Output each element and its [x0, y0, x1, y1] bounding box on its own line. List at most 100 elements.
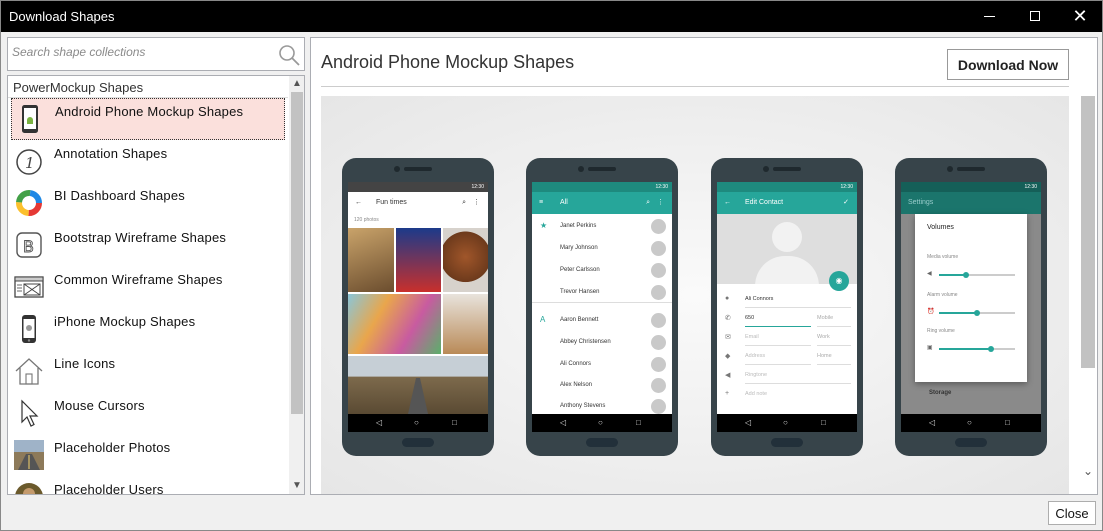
- filter-title: All: [560, 199, 568, 206]
- list-item-annotation[interactable]: 1 Annotation Shapes: [8, 140, 288, 182]
- list-scrollbar[interactable]: ▲ ▼: [289, 76, 304, 494]
- star-icon: ★: [540, 221, 548, 230]
- status-bar: 12:30: [532, 182, 672, 192]
- download-now-button[interactable]: Download Now: [947, 49, 1069, 80]
- chevron-down-icon[interactable]: ⌄: [1081, 464, 1095, 482]
- list-item-common-wireframe[interactable]: Common Wireframe Shapes: [8, 266, 288, 308]
- avatar: [651, 313, 666, 328]
- nav-home-icon: ○: [967, 418, 972, 427]
- nav-back-icon: ◁: [745, 418, 752, 427]
- photo-thumb: [443, 228, 488, 292]
- photo-thumb: [348, 228, 394, 292]
- minimize-button[interactable]: [966, 1, 1012, 32]
- media-label: Media volume: [927, 254, 959, 260]
- list-item-label: iPhone Mockup Shapes: [54, 314, 196, 329]
- more-icon: ⋮: [473, 199, 480, 206]
- phone-home-button: [586, 438, 618, 447]
- phone-mockup-settings: 12:30 Settings Storage Volumes Media vol…: [895, 158, 1047, 456]
- download-shapes-window: Download Shapes ✕ PowerMockup Shapes: [0, 0, 1103, 531]
- vibrate-icon: ▣: [927, 345, 933, 351]
- storage-label: Storage: [929, 390, 952, 396]
- list-item-mouse-cursors[interactable]: Mouse Cursors: [8, 392, 288, 434]
- album-title: Fun times: [376, 199, 407, 206]
- scrollbar-thumb[interactable]: [1081, 96, 1095, 368]
- contact-row: Mary Johnson: [532, 238, 672, 259]
- nav-home-icon: ○: [783, 418, 788, 427]
- volume-icon: ◀: [725, 372, 731, 379]
- field-value: Work: [817, 334, 830, 340]
- iphone-icon: [22, 315, 36, 343]
- collection-title: Android Phone Mockup Shapes: [321, 52, 575, 72]
- scroll-down-icon[interactable]: ▼: [289, 478, 304, 494]
- contact-name: Anthony Stevens: [560, 403, 606, 409]
- field-value: Home: [817, 353, 832, 359]
- list-item-android[interactable]: Android Phone Mockup Shapes: [11, 98, 285, 140]
- android-phone-icon: [22, 105, 38, 133]
- contact-row: ★ Janet Perkins: [532, 216, 672, 237]
- email-type: Work: [817, 328, 851, 346]
- list-item-placeholder-photos[interactable]: Placeholder Photos: [8, 434, 288, 476]
- phone-camera: [947, 166, 953, 172]
- app-bar: ≡ All ⌕ ⋮: [532, 192, 672, 214]
- search-box: [7, 37, 305, 71]
- address-type: Home: [817, 347, 851, 365]
- avatar: [651, 285, 666, 300]
- annotation-circle-icon: 1: [16, 149, 42, 175]
- back-arrow-icon: ←: [724, 199, 731, 206]
- camera-fab-icon: ◉: [829, 271, 849, 291]
- list-item-label: Placeholder Users: [54, 482, 164, 495]
- ringtone-field: ◀ Ringtone: [725, 366, 851, 384]
- list-item-placeholder-users[interactable]: Placeholder Users: [8, 476, 288, 495]
- scrollbar-thumb[interactable]: [291, 92, 303, 414]
- maximize-button[interactable]: [1012, 1, 1058, 32]
- phone-speaker: [588, 167, 616, 171]
- window-close-button[interactable]: ✕: [1057, 1, 1103, 32]
- person-icon: ●: [725, 295, 730, 302]
- search-icon[interactable]: [277, 43, 301, 67]
- wireframe-image-icon: [14, 276, 44, 298]
- preview-scrollbar[interactable]: ⌄: [1079, 96, 1097, 486]
- note-field: + Add note: [725, 385, 851, 403]
- photo-thumb: [348, 294, 441, 354]
- contact-name: Peter Carlsson: [560, 267, 600, 273]
- location-icon: ◆: [725, 353, 731, 360]
- avatar: [651, 378, 666, 393]
- list-item-line-icons[interactable]: Line Icons: [8, 350, 288, 392]
- email-field: ✉ Email: [725, 328, 811, 346]
- avatar-body: [755, 256, 819, 284]
- close-button[interactable]: Close: [1048, 501, 1096, 525]
- contact-name: Janet Perkins: [560, 223, 597, 229]
- group-header: PowerMockup Shapes: [8, 76, 288, 98]
- list-item-iphone[interactable]: iPhone Mockup Shapes: [8, 308, 288, 350]
- list-item-label: Common Wireframe Shapes: [54, 272, 223, 287]
- ring-label: Ring volume: [927, 328, 955, 334]
- nav-recents-icon: □: [452, 418, 457, 427]
- list-item-bootstrap[interactable]: B Bootstrap Wireframe Shapes: [8, 224, 288, 266]
- bootstrap-b-icon: B: [16, 232, 42, 258]
- avatar: [651, 219, 666, 234]
- house-outline-icon: [15, 358, 43, 385]
- window-title: Download Shapes: [9, 9, 115, 24]
- phone-type: Mobile: [817, 309, 851, 327]
- more-icon: ⋮: [657, 199, 664, 206]
- user-photo-icon: [15, 483, 43, 494]
- contact-name: Alex Nelson: [560, 382, 593, 388]
- phone-home-button: [771, 438, 803, 447]
- phone-speaker: [957, 167, 985, 171]
- section-letter: A: [540, 315, 546, 324]
- slider-thumb: [963, 272, 969, 278]
- alarm-icon: ⏰: [927, 309, 935, 315]
- status-bar: 12:30: [717, 182, 857, 192]
- nav-recents-icon: □: [1005, 418, 1010, 427]
- nav-bar: ◁ ○ □: [901, 414, 1041, 432]
- list-item-bi-dashboard[interactable]: BI Dashboard Shapes: [8, 182, 288, 224]
- volumes-dialog: Volumes Media volume ◀ Alarm volume ⏰ Ri…: [915, 214, 1027, 382]
- scroll-up-icon[interactable]: ▲: [289, 76, 304, 92]
- nav-bar: ◁ ○ □: [348, 414, 488, 432]
- field-value: Email: [745, 334, 759, 340]
- preview-image: 12:30 ← Fun times ⌕ ⋮ 120 photos ◁ ○ □ 1…: [321, 96, 1069, 494]
- list-item-label: Mouse Cursors: [54, 398, 145, 413]
- alarm-slider: [939, 310, 1015, 316]
- divider: [321, 86, 1069, 87]
- search-input[interactable]: [12, 41, 272, 63]
